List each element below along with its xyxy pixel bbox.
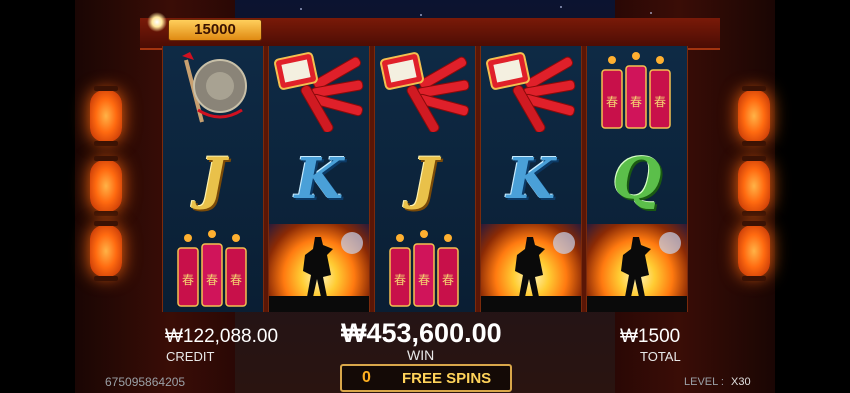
dancer-silhouette-icon [515, 237, 545, 297]
stick-char: 春 [394, 273, 406, 287]
firecracker-sticks-icon: 春 春 春 [177, 230, 247, 307]
symbol-fire-dancer [269, 224, 369, 312]
symbol-firecrackers: 春 春 春 [163, 224, 263, 312]
total-bet-value[interactable]: ₩1500 [620, 326, 680, 348]
sparkle-icon [147, 12, 167, 32]
lantern-icon [90, 156, 122, 216]
reel-4: K [480, 46, 582, 312]
reel-3: J 春 春 春 [374, 46, 476, 312]
lantern-icon [738, 156, 770, 216]
stick-char: 春 [606, 95, 618, 109]
symbol-firecracker-bundle [481, 46, 581, 134]
lantern-icon [738, 221, 770, 281]
right-bezel [775, 0, 850, 393]
lantern-icon [90, 221, 122, 281]
symbol-firecracker-bundle [375, 46, 475, 134]
symbol-firecracker-bundle [269, 46, 369, 134]
free-spins-label: FREE SPINS [402, 369, 492, 387]
session-id: 675095864205 [105, 375, 186, 389]
reel-2: K [268, 46, 370, 312]
stick-char: 春 [418, 273, 430, 287]
stick-char: 春 [442, 273, 454, 287]
symbol-firecrackers: 春 春 春 [375, 224, 475, 312]
star-icon [560, 6, 562, 8]
level-value: X30 [731, 376, 751, 388]
symbol-j: J [375, 135, 475, 223]
credit-value: ₩122,088.00 [165, 326, 279, 347]
stick-char: 春 [654, 95, 666, 109]
symbol-k: K [481, 135, 581, 223]
firecracker-sticks-icon: 春 春 春 [389, 230, 459, 307]
jackpot-counter: 15000 [168, 19, 262, 41]
symbol-k: K [269, 135, 369, 223]
reel-grid: J 春 春 春 K J 春 春 春 K 春 春 春 Q [162, 46, 688, 312]
firecracker-sticks-icon: 春 春 春 [601, 52, 671, 129]
firecracker-bundle-icon [274, 52, 364, 132]
stick-char: 春 [182, 273, 194, 287]
credit-label: CREDIT [166, 349, 215, 364]
level-label: LEVEL : [684, 376, 724, 388]
symbol-gong [163, 46, 263, 134]
symbol-j: J [163, 135, 263, 223]
gong-icon [182, 52, 247, 123]
reel-1: J 春 春 春 [162, 46, 264, 312]
level-indicator[interactable]: LEVEL : X30 [684, 376, 751, 388]
free-spins-panel: 0 FREE SPINS [340, 364, 512, 392]
star-icon [650, 12, 652, 14]
symbol-fire-dancer [587, 224, 687, 312]
firecracker-bundle-icon [380, 52, 470, 132]
letter-k: K [294, 146, 344, 212]
win-value: ₩453,600.00 [341, 318, 502, 348]
stick-char: 春 [230, 273, 242, 287]
stick-char: 春 [630, 95, 642, 109]
letter-k: K [506, 146, 556, 212]
symbol-fire-dancer [481, 224, 581, 312]
symbol-firecrackers: 春 春 春 [587, 46, 687, 134]
win-label: WIN [407, 347, 435, 363]
lantern-icon [738, 86, 770, 146]
stick-char: 春 [206, 273, 218, 287]
star-icon [420, 14, 422, 16]
letter-q: Q [612, 146, 662, 212]
star-icon [300, 8, 302, 10]
symbol-q: Q [587, 135, 687, 223]
lantern-icon [90, 86, 122, 146]
left-bezel [0, 0, 75, 393]
letter-j: J [411, 146, 439, 212]
letter-j: J [199, 146, 227, 212]
game-stage: 15000 J 春 春 春 K J 春 春 春 K 春 春 春 Q ₩122,0… [0, 0, 850, 393]
total-bet-label: TOTAL [640, 349, 681, 364]
reel-5: 春 春 春 Q [586, 46, 688, 312]
dancer-silhouette-icon [621, 237, 651, 297]
dancer-silhouette-icon [303, 237, 333, 297]
free-spins-count: 0 [362, 369, 371, 386]
firecracker-bundle-icon [486, 52, 576, 132]
